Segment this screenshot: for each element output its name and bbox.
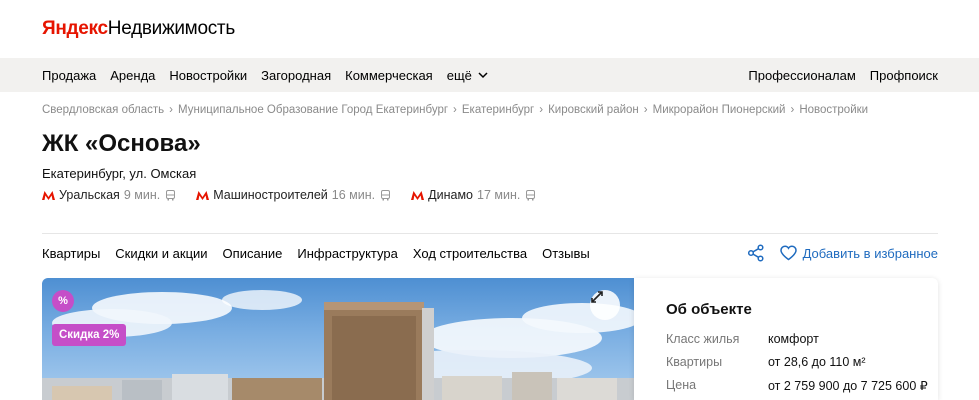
breadcrumb-item[interactable]: Микрорайон Пионерский — [653, 104, 786, 116]
tab-infrastructure[interactable]: Инфраструктура — [297, 246, 397, 261]
metro-station[interactable]: Машиностроителей 16 мин. — [196, 188, 391, 202]
expand-icon — [591, 291, 603, 303]
breadcrumb-separator: › — [539, 104, 544, 116]
about-row: Цена от 2 759 900 до 7 725 600 ₽ — [666, 378, 928, 393]
breadcrumb-item[interactable]: Свердловская область — [42, 104, 164, 116]
logo-product: Недвижимость — [107, 18, 235, 39]
section-tabs: Квартиры Скидки и акции Описание Инфраст… — [42, 246, 605, 261]
bus-icon — [166, 189, 176, 200]
nav-item-sale[interactable]: Продажа — [42, 68, 96, 83]
discount-percent-badge[interactable]: % — [52, 290, 74, 312]
nav-item-professionals[interactable]: Профессионалам — [748, 68, 855, 83]
metro-icon — [196, 190, 210, 200]
logo[interactable]: ЯндексНедвижимость — [42, 18, 235, 40]
breadcrumb: Свердловская область › Муниципальное Обра… — [42, 104, 868, 116]
nav-item-commercial[interactable]: Коммерческая — [345, 68, 433, 83]
breadcrumb-separator: › — [169, 104, 174, 116]
tab-construction-progress[interactable]: Ход строительства — [413, 246, 527, 261]
nav-item-new-buildings[interactable]: Новостройки — [169, 68, 247, 83]
metro-list: Уральская 9 мин. Машиностроителей 16 мин… — [42, 188, 556, 202]
metro-station-name: Машиностроителей — [213, 188, 328, 202]
metro-station-time: 16 мин. — [331, 188, 376, 202]
metro-station[interactable]: Уральская 9 мин. — [42, 188, 176, 202]
about-title: Об объекте — [666, 301, 752, 318]
add-to-favorites-button[interactable]: Добавить в избранное — [803, 246, 938, 261]
breadcrumb-separator: › — [643, 104, 648, 116]
breadcrumb-item[interactable]: Муниципальное Образование Город Екатерин… — [178, 104, 448, 116]
breadcrumb-item[interactable]: Екатеринбург — [462, 104, 534, 116]
nav-item-rent[interactable]: Аренда — [110, 68, 155, 83]
share-icon[interactable] — [747, 244, 765, 262]
metro-station-time: 17 мин. — [477, 188, 521, 202]
metro-icon — [411, 190, 425, 200]
chevron-down-icon — [478, 71, 488, 78]
breadcrumb-item[interactable]: Кировский район — [548, 104, 639, 116]
about-card: Об объекте Класс жилья комфорт Квартиры … — [634, 278, 938, 400]
nav-more-button[interactable]: ещё — [447, 68, 488, 83]
bus-icon — [526, 189, 536, 200]
breadcrumb-item[interactable]: Новостройки — [799, 104, 868, 116]
page-title: ЖК «Основа» — [42, 130, 201, 157]
metro-station-time: 9 мин. — [123, 188, 161, 202]
breadcrumb-separator: › — [453, 104, 457, 116]
nav-more-label: ещё — [446, 67, 472, 83]
discount-badge[interactable]: Скидка 2% — [52, 324, 127, 346]
breadcrumb-separator: › — [790, 104, 795, 116]
tab-apartments[interactable]: Квартиры — [42, 246, 100, 261]
tab-reviews[interactable]: Отзывы — [542, 246, 590, 261]
about-value: от 28,6 до 110 м² — [768, 355, 866, 369]
gallery-photo[interactable]: % Скидка 2% — [42, 278, 634, 400]
about-row: Квартиры от 28,6 до 110 м² — [666, 355, 866, 369]
about-value: от 2 759 900 до 7 725 600 ₽ — [768, 379, 928, 393]
metro-icon — [42, 190, 55, 200]
heart-icon[interactable] — [779, 245, 797, 261]
about-key: Цена — [666, 378, 697, 392]
about-row: Класс жилья комфорт — [666, 332, 819, 346]
tab-discounts[interactable]: Скидки и акции — [115, 246, 207, 261]
metro-station-name: Уральская — [59, 188, 120, 202]
top-bar: ЯндексНедвижимость — [0, 0, 979, 58]
bus-icon — [381, 189, 391, 200]
metro-station-name: Динамо — [428, 188, 473, 202]
logo-brand: Яндекс — [42, 18, 108, 39]
nav-item-prof-search[interactable]: Профпоиск — [870, 68, 938, 83]
metro-station[interactable]: Динамо 17 мин. — [411, 188, 536, 202]
page-actions: Добавить в избранное — [747, 244, 938, 262]
about-key: Класс жилья — [666, 332, 740, 346]
divider — [42, 233, 938, 234]
address: Екатеринбург, ул. Омская — [42, 166, 197, 181]
main-nav: Продажа Аренда Новостройки Загородная Ко… — [0, 58, 979, 92]
about-key: Квартиры — [666, 355, 723, 369]
about-value: комфорт — [768, 332, 819, 346]
nav-item-country[interactable]: Загородная — [261, 68, 331, 83]
building-image — [42, 290, 634, 400]
expand-button[interactable] — [590, 290, 620, 320]
tab-description[interactable]: Описание — [223, 246, 283, 261]
